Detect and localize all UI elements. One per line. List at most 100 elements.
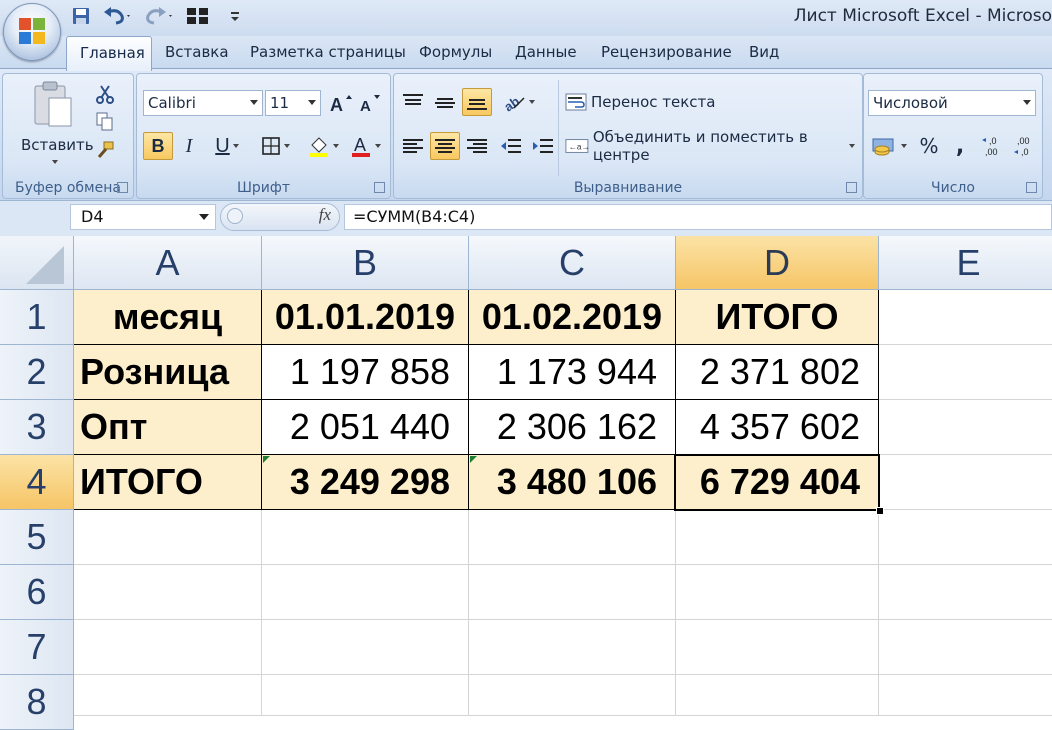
cell-b1[interactable]: 01.01.2019 xyxy=(262,290,469,345)
cell-a2[interactable]: Розница xyxy=(74,345,262,400)
align-left-button[interactable] xyxy=(398,132,428,160)
decrease-indent-button[interactable] xyxy=(496,132,526,160)
cell-d6[interactable] xyxy=(676,565,879,620)
cell-b3[interactable]: 2 051 440 xyxy=(262,400,469,455)
select-all-button[interactable] xyxy=(0,236,74,290)
cell-d5[interactable] xyxy=(676,510,879,565)
cell-b7[interactable] xyxy=(262,620,469,675)
cell-c1[interactable]: 01.02.2019 xyxy=(469,290,676,345)
cell-e3[interactable] xyxy=(879,400,1052,455)
cell-a6[interactable] xyxy=(74,565,262,620)
paste-button[interactable]: Вставить xyxy=(17,80,94,172)
cell-a3[interactable]: Опт xyxy=(74,400,262,455)
office-button[interactable] xyxy=(3,3,61,61)
row-header-8[interactable]: 8 xyxy=(0,675,74,730)
fill-color-button[interactable] xyxy=(303,132,343,160)
column-header-a[interactable]: A xyxy=(74,236,262,290)
row-header-4[interactable]: 4 xyxy=(0,455,74,510)
cell-a5[interactable] xyxy=(74,510,262,565)
row-header-2[interactable]: 2 xyxy=(0,345,74,400)
align-center-button[interactable] xyxy=(430,132,460,160)
cell-a7[interactable] xyxy=(74,620,262,675)
cell-d7[interactable] xyxy=(676,620,879,675)
cell-d8[interactable] xyxy=(676,675,879,716)
cell-d4[interactable]: 6 729 404 xyxy=(676,455,879,510)
formula-bar-handle-icon[interactable] xyxy=(227,208,243,224)
merge-center-button[interactable]: ←a→ Объединить и поместить в центре xyxy=(564,128,856,164)
customize-icon[interactable] xyxy=(228,5,242,27)
font-color-button[interactable]: A xyxy=(345,132,385,160)
cell-c3[interactable]: 2 306 162 xyxy=(469,400,676,455)
cell-a8[interactable] xyxy=(74,675,262,716)
cell-d1[interactable]: ИТОГО xyxy=(676,290,879,345)
cell-d3[interactable]: 4 357 602 xyxy=(676,400,879,455)
cell-e1[interactable] xyxy=(879,290,1052,345)
font-launcher-icon[interactable] xyxy=(374,182,385,193)
redo-icon[interactable] xyxy=(142,5,176,27)
row-header-3[interactable]: 3 xyxy=(0,400,74,455)
cell-e5[interactable] xyxy=(879,510,1052,565)
row-header-1[interactable]: 1 xyxy=(0,290,74,345)
number-launcher-icon[interactable] xyxy=(1026,182,1037,193)
cell-e2[interactable] xyxy=(879,345,1052,400)
clipboard-launcher-icon[interactable] xyxy=(117,182,128,193)
italic-button[interactable]: I xyxy=(175,132,203,160)
cell-b2[interactable]: 1 197 858 xyxy=(262,345,469,400)
tab-home[interactable]: Главная xyxy=(66,36,152,71)
number-format-select[interactable]: Числовой xyxy=(868,90,1036,116)
tab-view[interactable]: Вид xyxy=(749,43,779,61)
currency-button[interactable] xyxy=(868,132,910,160)
cell-c5[interactable] xyxy=(469,510,676,565)
orientation-button[interactable]: ab xyxy=(498,88,538,116)
cell-b6[interactable] xyxy=(262,565,469,620)
alignment-launcher-icon[interactable] xyxy=(846,182,857,193)
column-header-d[interactable]: D xyxy=(676,236,879,290)
wrap-text-button[interactable]: Перенос текста xyxy=(564,88,724,116)
cell-a4[interactable]: ИТОГО xyxy=(74,455,262,510)
cell-a1[interactable]: месяц xyxy=(74,290,262,345)
borders-button[interactable] xyxy=(253,132,297,160)
bold-button[interactable]: B xyxy=(143,132,173,160)
cell-e7[interactable] xyxy=(879,620,1052,675)
cell-b5[interactable] xyxy=(262,510,469,565)
row-header-6[interactable]: 6 xyxy=(0,565,74,620)
cell-c2[interactable]: 1 173 944 xyxy=(469,345,676,400)
layout-icon[interactable] xyxy=(184,5,212,27)
align-middle-button[interactable] xyxy=(430,88,460,116)
cell-c4[interactable]: 3 480 106 xyxy=(469,455,676,510)
decrease-decimal-button[interactable]: ,00,0 xyxy=(1010,132,1040,160)
copy-button[interactable] xyxy=(91,108,119,136)
percent-button[interactable]: % xyxy=(914,132,944,160)
align-bottom-button[interactable] xyxy=(462,88,492,116)
align-top-button[interactable] xyxy=(398,88,428,116)
cell-d2[interactable]: 2 371 802 xyxy=(676,345,879,400)
tab-data[interactable]: Данные xyxy=(515,43,577,61)
cut-button[interactable] xyxy=(91,80,119,108)
tab-insert[interactable]: Вставка xyxy=(165,43,229,61)
cell-e8[interactable] xyxy=(879,675,1052,716)
tab-formulas[interactable]: Формулы xyxy=(419,43,492,61)
underline-button[interactable]: U xyxy=(205,132,249,160)
increase-indent-button[interactable] xyxy=(528,132,558,160)
cell-c7[interactable] xyxy=(469,620,676,675)
cell-e4[interactable] xyxy=(879,455,1052,510)
column-header-e[interactable]: E xyxy=(879,236,1052,290)
name-box[interactable]: D4 xyxy=(70,204,216,230)
undo-icon[interactable] xyxy=(100,5,134,27)
cell-b8[interactable] xyxy=(262,675,469,716)
fill-handle[interactable] xyxy=(876,507,884,515)
tab-page-layout[interactable]: Разметка страницы xyxy=(250,43,406,61)
cell-c6[interactable] xyxy=(469,565,676,620)
formula-input[interactable]: =СУММ(B4:C4) xyxy=(344,204,1052,230)
shrink-font-button[interactable]: A xyxy=(357,89,385,117)
increase-decimal-button[interactable]: ,0,00 xyxy=(978,132,1008,160)
tab-review[interactable]: Рецензирование xyxy=(601,43,732,61)
column-header-c[interactable]: C xyxy=(469,236,676,290)
comma-button[interactable]: , xyxy=(946,132,974,160)
insert-function-button[interactable]: fx xyxy=(319,205,331,225)
cell-b4[interactable]: 3 249 298 xyxy=(262,455,469,510)
column-header-b[interactable]: B xyxy=(262,236,469,290)
grow-font-button[interactable]: A xyxy=(327,89,355,117)
row-header-7[interactable]: 7 xyxy=(0,620,74,675)
format-painter-button[interactable] xyxy=(91,136,119,164)
